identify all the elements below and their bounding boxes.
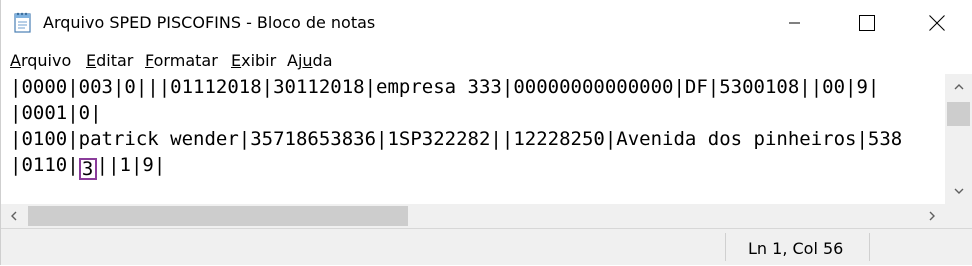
chevron-down-icon (954, 188, 963, 194)
vertical-scroll-thumb[interactable] (947, 102, 970, 126)
scrollbar-corner (945, 204, 972, 228)
title-bar[interactable]: Arquivo SPED PISCOFINS - Bloco de notas (1, 0, 972, 46)
scroll-up-button[interactable] (945, 74, 972, 100)
text-line-4: |0110| 3 ||1|9| (10, 154, 166, 180)
maximize-button[interactable] (844, 0, 890, 46)
close-button[interactable] (914, 0, 960, 46)
text-line-2: |0001|0| (10, 102, 102, 124)
status-divider (869, 233, 870, 261)
menu-editar[interactable]: Editar (86, 51, 133, 70)
scroll-right-button[interactable] (919, 204, 945, 228)
scroll-down-button[interactable] (945, 178, 972, 204)
horizontal-scroll-thumb[interactable] (28, 206, 408, 226)
status-divider (725, 233, 726, 261)
text-line-3: |0100|patrick wender|35718653836|1SP3222… (10, 128, 903, 150)
notepad-window: Arquivo SPED PISCOFINS - Bloco de notas … (0, 0, 972, 265)
menu-formatar[interactable]: Formatar (145, 51, 218, 70)
text-editor[interactable]: |0000|003|0|||01112018|30112018|empresa … (1, 74, 945, 204)
minimize-button[interactable] (772, 0, 818, 46)
notepad-icon[interactable] (13, 11, 33, 33)
status-bar: Ln 1, Col 56 (1, 228, 972, 265)
menu-exibir[interactable]: Exibir (231, 51, 276, 70)
menu-ajuda[interactable]: Ajuda (287, 51, 333, 70)
menu-bar: Arquivo Editar Formatar Exibir Ajuda (1, 46, 972, 74)
chevron-up-icon (954, 84, 963, 90)
vertical-scrollbar[interactable] (945, 74, 972, 204)
chevron-left-icon (11, 211, 17, 221)
cursor-position: Ln 1, Col 56 (748, 239, 844, 258)
minimize-icon (789, 22, 800, 24)
maximize-icon (859, 15, 875, 31)
text-line-1: |0000|003|0|||01112018|30112018|empresa … (10, 76, 880, 98)
menu-arquivo[interactable]: Arquivo (10, 51, 71, 70)
chevron-right-icon (929, 211, 935, 221)
close-icon (929, 15, 945, 31)
window-title: Arquivo SPED PISCOFINS - Bloco de notas (43, 13, 376, 32)
horizontal-scrollbar[interactable] (1, 204, 945, 228)
selected-char-highlight: 3 (78, 158, 97, 180)
scroll-left-button[interactable] (1, 204, 27, 228)
